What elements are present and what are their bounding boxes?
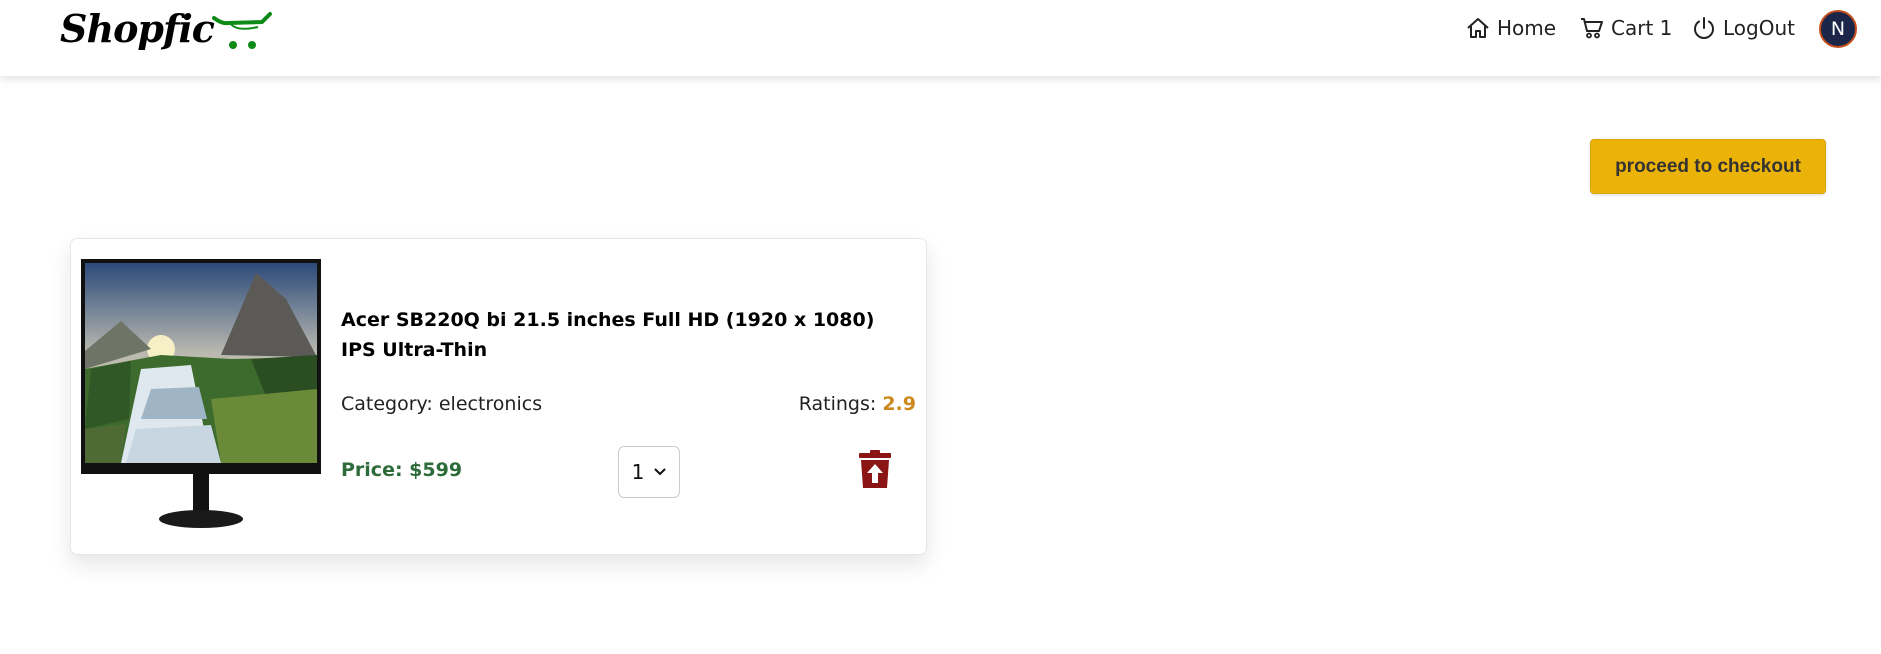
chevron-down-icon bbox=[654, 468, 667, 476]
cart-icon bbox=[211, 12, 272, 49]
nav-home-label: Home bbox=[1497, 16, 1557, 40]
avatar[interactable]: N bbox=[1819, 10, 1857, 48]
nav-logout-label: LogOut bbox=[1723, 16, 1795, 40]
nav-logout[interactable]: LogOut bbox=[1692, 16, 1795, 40]
proceed-to-checkout-button[interactable]: proceed to checkout bbox=[1590, 139, 1826, 194]
cart-item-card: Acer SB220Q bi 21.5 inches Full HD (1920… bbox=[70, 238, 927, 555]
power-icon bbox=[1694, 17, 1714, 39]
product-image bbox=[81, 259, 321, 528]
brand-logo[interactable]: Shopfic bbox=[60, 4, 272, 54]
navbar: Shopfic Home Cart 1 LogOut N bbox=[0, 0, 1881, 76]
ratings-label: Ratings: bbox=[798, 393, 883, 415]
quantity-value: 1 bbox=[631, 460, 645, 484]
nav-cart[interactable]: Cart 1 bbox=[1580, 16, 1672, 40]
product-price: Price: $599 bbox=[341, 459, 463, 481]
product-ratings: Ratings: 2.9 bbox=[799, 393, 916, 415]
product-category: Category: electronics bbox=[341, 393, 543, 415]
remove-item-button[interactable] bbox=[859, 450, 891, 492]
nav-home[interactable]: Home bbox=[1466, 16, 1556, 40]
ratings-value: 2.9 bbox=[882, 393, 916, 415]
quantity-select[interactable]: 1 bbox=[618, 446, 680, 498]
home-icon bbox=[1467, 18, 1489, 38]
brand-name: Shopfic bbox=[60, 6, 215, 51]
cart-icon bbox=[1581, 18, 1603, 39]
trash-icon bbox=[859, 450, 891, 488]
nav-cart-label: Cart 1 bbox=[1611, 16, 1673, 40]
product-title: Acer SB220Q bi 21.5 inches Full HD (1920… bbox=[341, 309, 875, 361]
